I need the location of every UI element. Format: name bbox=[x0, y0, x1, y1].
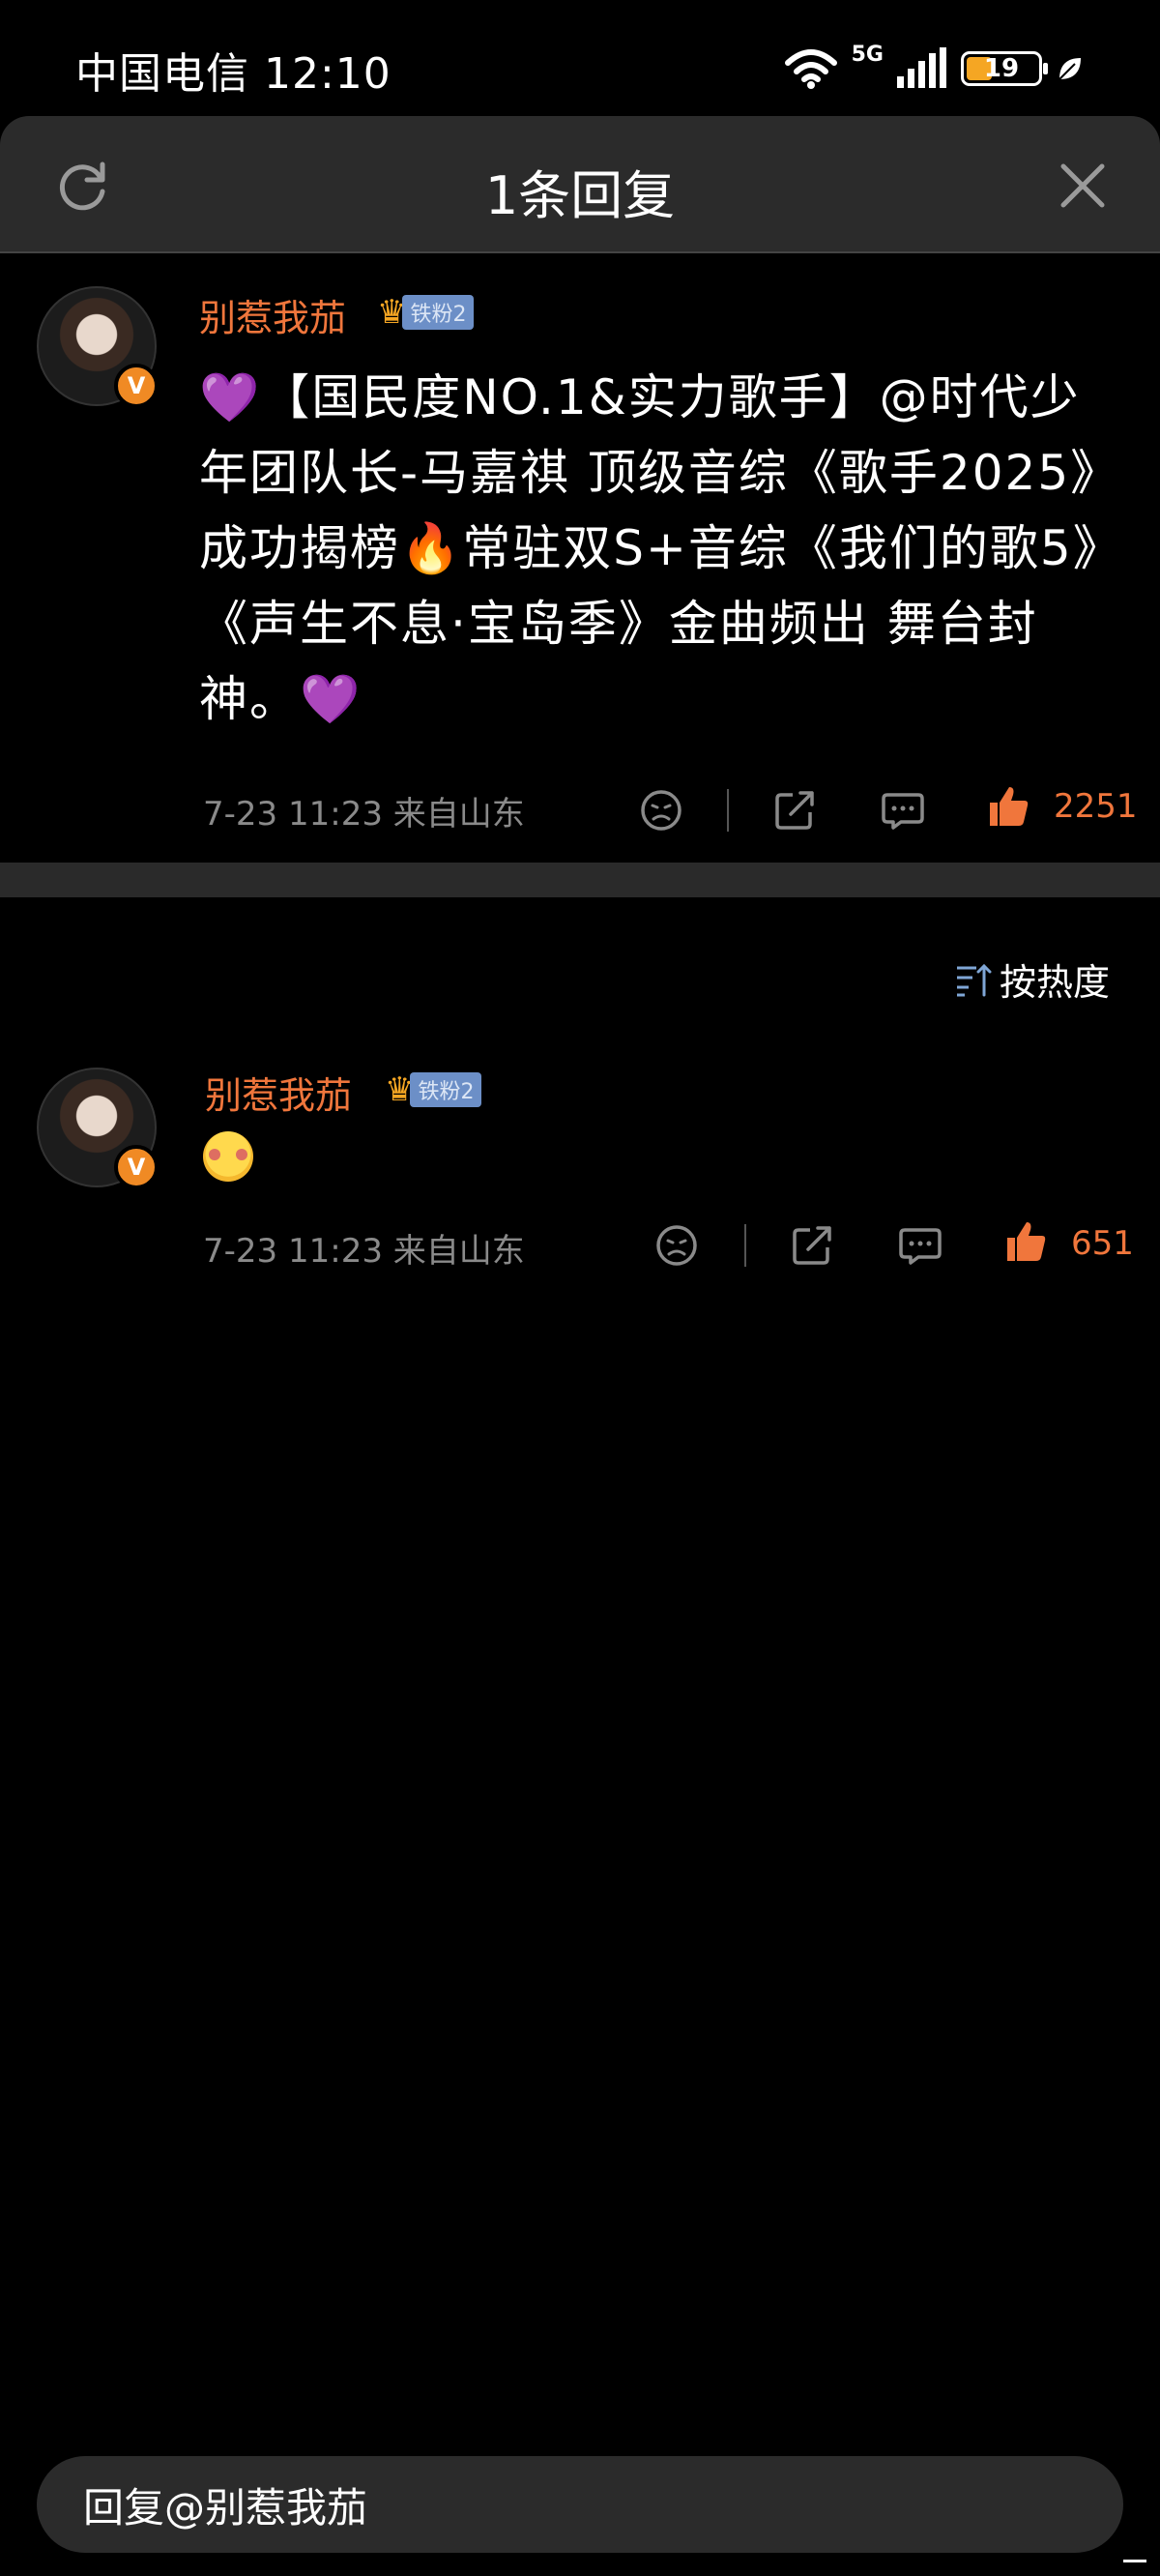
reply-username[interactable]: 别惹我茄 bbox=[205, 1066, 352, 1119]
dislike-icon[interactable] bbox=[653, 1222, 700, 1269]
comment-icon[interactable] bbox=[880, 787, 926, 834]
like-icon[interactable] bbox=[1003, 1218, 1050, 1265]
sort-label: 按热度 bbox=[999, 961, 1110, 1004]
verified-icon: V bbox=[114, 1145, 159, 1189]
dislike-icon[interactable] bbox=[638, 787, 684, 834]
share-icon[interactable] bbox=[789, 1222, 835, 1269]
battery-percent: 19 bbox=[983, 54, 1020, 83]
status-icons: 5G 19 bbox=[784, 43, 1085, 95]
reply-meta: 7-23 11:23 来自山东 bbox=[203, 1232, 525, 1271]
username[interactable]: 别惹我茄 bbox=[199, 288, 346, 341]
section-divider bbox=[0, 863, 1160, 897]
action-divider bbox=[744, 1224, 746, 1267]
network-label: 5G bbox=[851, 43, 884, 67]
reply-input-placeholder: 回复@别惹我茄 bbox=[83, 2483, 368, 2532]
reply-input[interactable]: 回复@别惹我茄 bbox=[37, 2456, 1123, 2553]
share-icon[interactable] bbox=[771, 787, 818, 834]
signal-icon bbox=[897, 47, 946, 88]
status-bar: 中国电信 12:10 5G 19 bbox=[0, 0, 1160, 116]
reply-like-count: 651 bbox=[1071, 1224, 1134, 1263]
carrier-time: 中国电信 12:10 bbox=[75, 49, 392, 99]
fan-badge-label: 铁粉2 bbox=[410, 1072, 482, 1107]
reply-header: 1条回复 bbox=[0, 116, 1160, 253]
action-divider bbox=[727, 789, 729, 832]
close-icon[interactable] bbox=[1056, 159, 1110, 213]
sort-button[interactable]: 按热度 bbox=[955, 952, 1110, 1006]
fan-badge: ♛ 铁粉2 bbox=[377, 295, 475, 330]
sort-icon bbox=[956, 963, 992, 996]
comment-icon[interactable] bbox=[897, 1222, 943, 1269]
like-icon[interactable] bbox=[986, 783, 1032, 830]
avatar[interactable]: V bbox=[37, 286, 159, 408]
blush-emoji-icon bbox=[203, 1131, 253, 1182]
leaf-icon bbox=[1058, 58, 1081, 80]
reply-fan-badge: ♛ 铁粉2 bbox=[385, 1072, 482, 1107]
battery-icon: 19 bbox=[961, 51, 1048, 86]
reply-avatar[interactable]: V bbox=[37, 1068, 159, 1189]
comment-text: 💜【国民度NO.1&实力歌手】@时代少年团队长-马嘉祺 顶级音综《歌手2025》… bbox=[199, 369, 1123, 727]
verified-icon: V bbox=[114, 364, 159, 408]
like-count: 2251 bbox=[1054, 787, 1138, 826]
wifi-icon bbox=[784, 49, 837, 89]
comment-meta: 7-23 11:23 来自山东 bbox=[203, 795, 525, 834]
fan-badge-label: 铁粉2 bbox=[402, 295, 475, 330]
home-indicator bbox=[1123, 2560, 1146, 2562]
main-comment: V 别惹我茄 ♛ 铁粉2 💜【国民度NO.1&实力歌手】@时代少年团队长-马嘉祺… bbox=[0, 253, 1160, 863]
page-title: 1条回复 bbox=[484, 165, 676, 226]
